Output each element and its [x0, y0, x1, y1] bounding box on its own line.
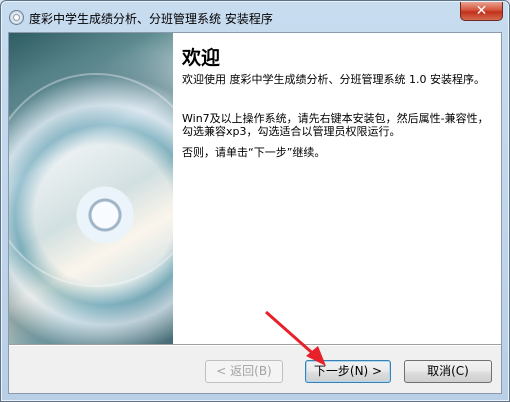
window-title: 度彩中学生成绩分析、分班管理系统 安装程序 — [29, 12, 273, 26]
next-button[interactable]: 下一步(N) > — [305, 360, 391, 383]
title-bar[interactable]: 度彩中学生成绩分析、分班管理系统 安装程序 ✕ — [1, 1, 509, 32]
button-separator — [9, 344, 501, 346]
cancel-button[interactable]: 取消(C) — [404, 360, 492, 383]
close-button[interactable]: ✕ — [460, 2, 503, 21]
back-button[interactable]: < 返回(B) — [205, 360, 283, 383]
compatibility-note: Win7及以上操作系统，请先右键本安装包，然后属性-兼容性，勾选兼容xp3，勾选… — [182, 112, 489, 138]
welcome-heading: 欢迎 — [182, 47, 221, 69]
welcome-content: 欢迎 欢迎使用 度彩中学生成绩分析、分班管理系统 1.0 安装程序。 Win7及… — [173, 33, 501, 344]
installer-window: 度彩中学生成绩分析、分班管理系统 安装程序 ✕ 欢迎 欢迎使用 度彩中学生成绩分… — [0, 0, 510, 402]
continue-instruction: 否则，请单击“下一步”继续。 — [182, 146, 326, 159]
wizard-panel: 欢迎 欢迎使用 度彩中学生成绩分析、分班管理系统 1.0 安装程序。 Win7及… — [8, 32, 502, 394]
welcome-paragraph: 欢迎使用 度彩中学生成绩分析、分班管理系统 1.0 安装程序。 — [182, 73, 485, 86]
setup-cd-icon — [9, 10, 24, 25]
cd-banner-image — [9, 33, 173, 344]
